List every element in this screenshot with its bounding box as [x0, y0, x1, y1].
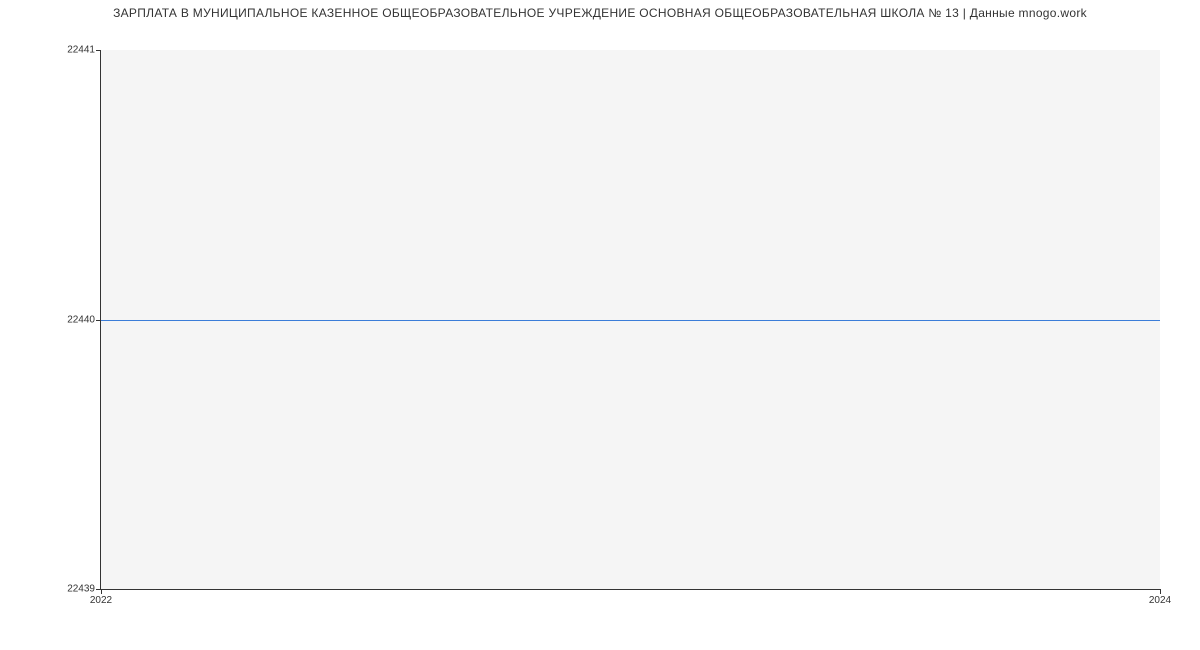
- x-tick-label: 2024: [1149, 595, 1171, 606]
- chart-title: ЗАРПЛАТА В МУНИЦИПАЛЬНОЕ КАЗЕННОЕ ОБЩЕОБ…: [0, 0, 1200, 20]
- plot-area: 22441 22440 22439 2022 2024: [100, 50, 1160, 590]
- y-tick-label: 22441: [67, 45, 95, 56]
- data-line: [101, 320, 1160, 321]
- x-tick-mark: [101, 589, 102, 594]
- y-tick-label: 22439: [67, 584, 95, 595]
- chart-container: 22441 22440 22439 2022 2024: [50, 30, 1160, 610]
- x-tick-label: 2022: [90, 595, 112, 606]
- y-tick-label: 22440: [67, 314, 95, 325]
- y-tick-mark: [96, 50, 101, 51]
- x-tick-mark: [1160, 589, 1161, 594]
